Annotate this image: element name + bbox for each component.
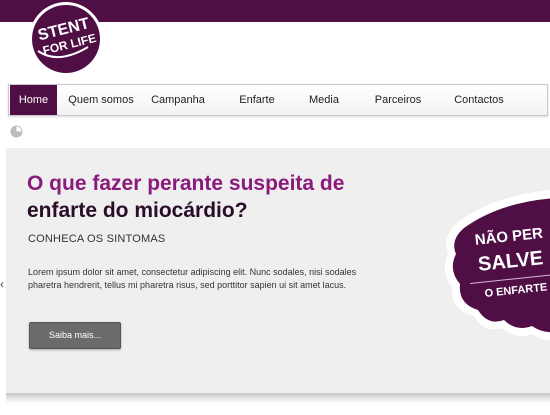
stent-for-life-logo[interactable]: STENT FOR LIFE [28, 1, 104, 77]
hero-shadow [6, 393, 550, 403]
hero-body-text: Lorem ipsum dolor sit amet, consectetur … [28, 267, 357, 290]
hero-headline-line2: enfarte do miocárdio? [27, 199, 248, 222]
nav-item-media[interactable]: Media [299, 85, 349, 115]
main-nav: Home Quem somos Campanha Enfarte Media P… [8, 84, 548, 116]
nav-item-campanha[interactable]: Campanha [143, 85, 213, 115]
nav-item-contactos[interactable]: Contactos [446, 85, 512, 115]
nav-item-home[interactable]: Home [10, 85, 57, 115]
nav-item-enfarte[interactable]: Enfarte [227, 85, 287, 115]
loader-icon [10, 125, 23, 138]
hero-subtitle: CONHECA OS SINTOMAS [28, 233, 166, 245]
nav-item-quem-somos[interactable]: Quem somos [61, 85, 141, 115]
chevron-left-icon[interactable]: ‹ [0, 278, 4, 290]
saiba-mais-button[interactable]: Saiba mais... [29, 322, 121, 349]
hero-headline-line1: O que fazer perante suspeita de [27, 172, 345, 195]
page: STENT FOR LIFE Home Quem somos Campanha … [0, 0, 550, 415]
nav-item-parceiros[interactable]: Parceiros [365, 85, 431, 115]
